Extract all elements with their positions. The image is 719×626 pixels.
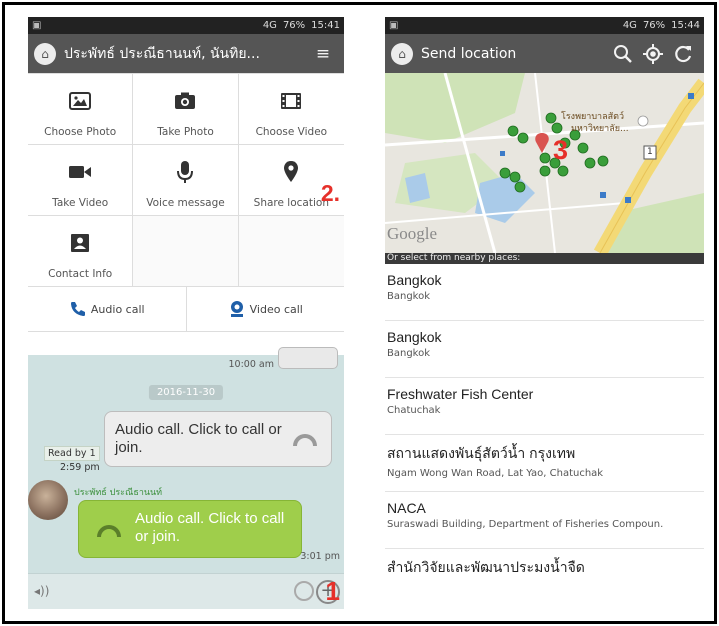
previous-message-time: 10:00 am <box>228 359 274 370</box>
camera-icon <box>172 88 198 114</box>
location-pin-icon <box>278 159 304 185</box>
list-item[interactable]: Freshwater Fish Center Chatuchak <box>385 378 704 435</box>
video-call-button[interactable]: Video call <box>187 287 345 331</box>
read-receipt: Read by 1 <box>44 446 100 461</box>
emoji-icon[interactable] <box>294 581 314 601</box>
audio-call-message-outgoing[interactable]: Audio call. Click to call or join. <box>104 411 332 467</box>
chat-title: ประพัทธ์ ประณีธานนท์, นันทิย... <box>64 45 260 62</box>
audio-call-button[interactable]: Audio call <box>28 287 187 331</box>
take-photo-label: Take Photo <box>157 126 214 138</box>
avatar[interactable] <box>28 480 68 520</box>
empty-grid-cell <box>133 216 239 287</box>
audio-call-label: Audio call <box>90 302 145 316</box>
place-address: Bangkok <box>387 348 431 359</box>
place-address: Suraswadi Building, Department of Fisher… <box>387 519 664 530</box>
app-logo-icon[interactable]: ⌂ <box>391 42 413 65</box>
call-buttons-row: Audio call Video call <box>28 287 344 332</box>
place-name: Bangkok <box>387 272 442 288</box>
search-icon[interactable] <box>608 39 638 69</box>
microphone-icon <box>172 159 198 185</box>
video-call-label: Video call <box>249 302 303 316</box>
chat-header: ⌂ ประพัทธ์ ประณีธานนท์, นันทิย... ≡ <box>28 34 344 73</box>
step-3-marker: 3 <box>553 135 569 165</box>
right-phone-screen: ▣ 4G 76% 15:44 ⌂ Send location โรงพยาบาล… <box>385 17 704 609</box>
menu-icon[interactable]: ≡ <box>308 39 338 69</box>
location-map[interactable]: โรงพยาบาลสัตว์ มหาวิทยาลัย... 1 3 Google <box>385 73 704 253</box>
notification-icon: ▣ <box>32 20 42 31</box>
battery-level: 76% <box>282 20 306 31</box>
clock: 15:41 <box>311 20 340 31</box>
place-address: Chatuchak <box>387 405 441 416</box>
choose-photo-label: Choose Photo <box>44 126 117 138</box>
google-logo: Google <box>387 224 438 243</box>
send-location-title: Send location <box>421 45 517 62</box>
place-name: Bangkok <box>387 329 442 345</box>
my-location-icon[interactable] <box>638 39 668 69</box>
voice-message-button[interactable]: Voice message <box>133 145 239 216</box>
road-number-marker: 1 <box>647 147 653 157</box>
sender-name: ประพัทธ์ ประณีธานนท์ <box>74 488 163 498</box>
take-photo-button[interactable]: Take Photo <box>133 74 239 145</box>
list-item[interactable]: Bangkok Bangkok <box>385 321 704 378</box>
previous-message-bubble <box>278 347 338 369</box>
message-time: 3:01 pm <box>300 551 340 562</box>
phone-handset-icon <box>70 302 85 316</box>
take-video-label: Take Video <box>52 197 109 209</box>
refresh-icon[interactable] <box>668 39 698 69</box>
map-label-university: มหาวิทยาลัย... <box>571 124 629 134</box>
contact-info-button[interactable]: Contact Info <box>28 216 134 287</box>
app-logo-icon[interactable]: ⌂ <box>34 42 56 65</box>
date-separator: 2016-11-30 <box>148 385 224 400</box>
place-name: สถานแสดงพันธุ์สัตว์น้ำ กรุงเทพ <box>387 445 576 461</box>
network-indicator: 4G <box>262 20 277 31</box>
contact-info-label: Contact Info <box>48 268 113 280</box>
network-indicator: 4G <box>622 20 637 31</box>
nearby-places-list: Bangkok Bangkok Bangkok Bangkok Freshwat… <box>385 264 704 606</box>
audio-call-message-incoming[interactable]: Audio call. Click to call or join. <box>78 500 302 558</box>
share-location-button[interactable]: Share location 2. <box>238 145 344 216</box>
contact-card-icon <box>67 230 93 256</box>
phone-icon <box>97 525 121 537</box>
film-icon <box>278 88 304 114</box>
attach-grid: Choose Photo Take Photo Choose Video Tak… <box>28 73 344 287</box>
take-video-button[interactable]: Take Video <box>28 145 134 216</box>
phone-icon <box>293 434 317 446</box>
list-item[interactable]: NACA Suraswadi Building, Department of F… <box>385 492 704 549</box>
left-phone-screen: ▣ 4G 76% 15:41 ⌂ ประพัทธ์ ประณีธานนท์, น… <box>28 17 344 609</box>
step-2-marker: 2. <box>320 180 340 206</box>
clock: 15:44 <box>671 20 700 31</box>
choose-photo-button[interactable]: Choose Photo <box>28 74 134 145</box>
send-location-header: ⌂ Send location <box>385 34 704 73</box>
place-address: Bangkok <box>387 291 431 302</box>
chat-area: 10:00 am 2016-11-30 Audio call. Click to… <box>28 347 344 609</box>
battery-level: 76% <box>642 20 666 31</box>
place-name: NACA <box>387 500 426 516</box>
photo-icon <box>67 88 93 114</box>
empty-grid-cell <box>238 216 344 287</box>
notification-icon: ▣ <box>389 20 399 31</box>
choose-video-label: Choose Video <box>255 126 328 138</box>
nearby-places-header: Or select from nearby places: <box>385 253 704 264</box>
place-name: Freshwater Fish Center <box>387 386 534 402</box>
status-bar: ▣ 4G 76% 15:41 <box>28 17 344 34</box>
video-call-icon <box>230 301 243 317</box>
list-item[interactable]: สถานแสดงพันธุ์สัตว์น้ำ กรุงเทพ Ngam Wong… <box>385 435 704 492</box>
message-time: 2:59 pm <box>60 462 100 473</box>
place-name: สำนักวิจัยและพัฒนาประมงน้ำจืด <box>387 559 585 575</box>
voice-message-label: Voice message <box>146 197 225 209</box>
share-location-label: Share location <box>253 197 329 209</box>
choose-video-button[interactable]: Choose Video <box>238 74 344 145</box>
speaker-icon[interactable]: ◂)) <box>34 584 49 598</box>
status-bar: ▣ 4G 76% 15:44 <box>385 17 704 34</box>
step-1-marker: 1 <box>325 576 340 606</box>
list-item[interactable]: Bangkok Bangkok <box>385 264 704 321</box>
message-text: Audio call. Click to call or join. <box>115 421 282 456</box>
message-text: Audio call. Click to call or join. <box>135 510 285 545</box>
message-input-bar[interactable]: ◂)) + 1 <box>28 573 344 609</box>
video-camera-icon <box>67 159 93 185</box>
place-address: Ngam Wong Wan Road, Lat Yao, Chatuchak <box>387 468 604 479</box>
list-item[interactable]: สำนักวิจัยและพัฒนาประมงน้ำจืด <box>385 549 704 606</box>
